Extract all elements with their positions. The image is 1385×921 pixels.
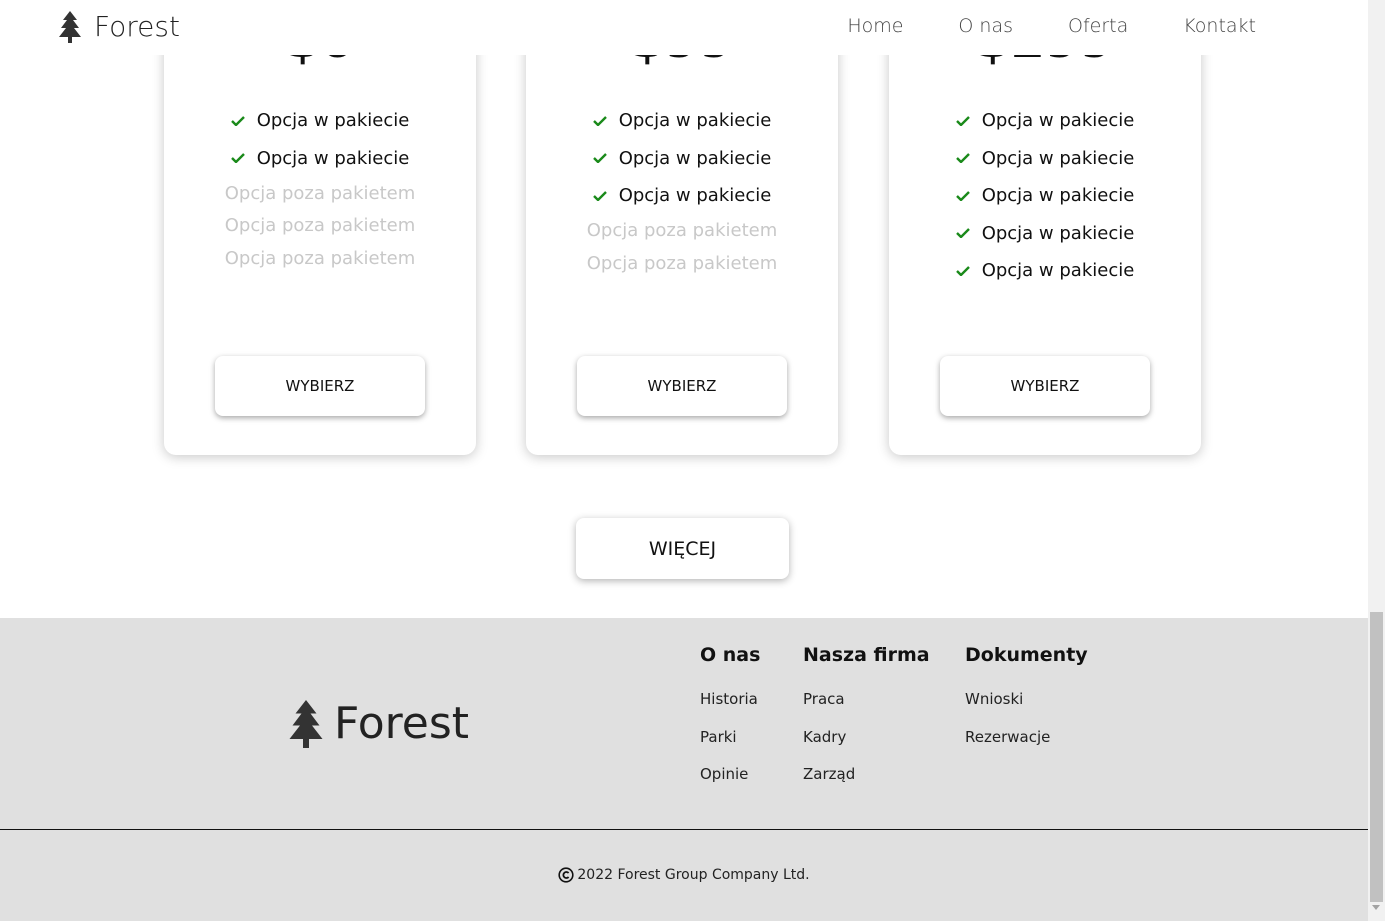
footer-column-title: Nasza firma: [803, 644, 930, 666]
option-label: Opcja w pakiecie: [981, 185, 1135, 207]
option-list: Opcja w pakiecie Opcja w pakiecie Opcja …: [889, 102, 1201, 290]
more-button[interactable]: WIĘCEJ: [576, 518, 789, 579]
option-excluded: Opcja poza pakietem: [526, 215, 838, 248]
check-icon: [955, 115, 970, 126]
option-label: Opcja w pakiecie: [256, 110, 410, 132]
option-label: Opcja w pakiecie: [256, 147, 410, 169]
option-label: Opcja w pakiecie: [981, 110, 1135, 132]
footer-link-staff[interactable]: Kadry: [803, 728, 930, 766]
option-included: Opcja w pakiecie: [889, 252, 1201, 290]
scrollbar-thumb[interactable]: [1370, 612, 1383, 902]
footer-link-reviews[interactable]: Opinie: [700, 765, 760, 803]
option-list: Opcja w pakiecie Opcja w pakiecie Opcja …: [164, 102, 476, 275]
pricing-card-basic: $0 Opcja w pakiecie Opcja w pakiecie Opc…: [164, 0, 476, 455]
option-label: Opcja w pakiecie: [618, 110, 772, 132]
nav-item-contact[interactable]: Kontakt: [1183, 15, 1256, 37]
option-included: Opcja w pakiecie: [526, 177, 838, 215]
option-label: Opcja poza pakietem: [586, 252, 778, 274]
option-excluded: Opcja poza pakietem: [526, 247, 838, 280]
footer-link-applications[interactable]: Wnioski: [965, 690, 1088, 728]
choose-button[interactable]: WYBIERZ: [577, 356, 787, 416]
option-label: Opcja poza pakietem: [586, 220, 778, 242]
pine-tree-icon: [59, 10, 81, 43]
option-included: Opcja w pakiecie: [526, 140, 838, 178]
check-icon: [592, 115, 607, 126]
choose-button[interactable]: WYBIERZ: [215, 356, 425, 416]
choose-button[interactable]: WYBIERZ: [940, 356, 1150, 416]
footer-logo-text: Forest: [334, 698, 470, 749]
pine-tree-icon: [289, 699, 323, 748]
footer-column-title: O nas: [700, 644, 761, 666]
page: $0 Opcja w pakiecie Opcja w pakiecie Opc…: [0, 0, 1368, 921]
check-icon: [592, 190, 607, 201]
vertical-scrollbar[interactable]: [1368, 0, 1385, 921]
option-label: Opcja w pakiecie: [618, 147, 772, 169]
nav-item-offer[interactable]: Oferta: [1068, 15, 1128, 37]
check-icon: [955, 153, 970, 164]
check-icon: [955, 228, 970, 239]
nav-item-about[interactable]: O nas: [958, 15, 1013, 37]
check-icon: [230, 115, 245, 126]
option-list: Opcja w pakiecie Opcja w pakiecie Opcja …: [526, 102, 838, 280]
option-included: Opcja w pakiecie: [164, 102, 476, 140]
logo-text: Forest: [94, 10, 180, 43]
footer-link-board[interactable]: Zarząd: [803, 765, 930, 803]
nav-item-home[interactable]: Home: [847, 15, 903, 37]
check-icon: [592, 153, 607, 164]
header: Forest Home O nas Oferta Kontakt: [0, 0, 1368, 55]
footer-column-title: Dokumenty: [965, 644, 1088, 666]
option-excluded: Opcja poza pakietem: [164, 242, 476, 275]
option-excluded: Opcja poza pakietem: [164, 177, 476, 210]
pricing-card-standard: $99 Opcja w pakiecie Opcja w pakiecie Op…: [526, 0, 838, 455]
option-included: Opcja w pakiecie: [889, 215, 1201, 253]
main-nav: Home O nas Oferta Kontakt: [792, 15, 1256, 37]
footer: Forest O nas Historia Parki Opinie Nasza…: [0, 618, 1368, 921]
pricing-card-premium: $299 Opcja w pakiecie Opcja w pakiecie O…: [889, 0, 1201, 455]
footer-link-parks[interactable]: Parki: [700, 728, 760, 766]
footer-column-about: O nas Historia Parki Opinie: [700, 644, 760, 803]
copyright-icon: [558, 867, 574, 883]
option-label: Opcja poza pakietem: [224, 215, 416, 237]
scroll-down-arrow-icon[interactable]: [1372, 905, 1380, 910]
copyright-text: 2022 Forest Group Company Ltd.: [577, 867, 810, 883]
option-included: Opcja w pakiecie: [889, 102, 1201, 140]
footer-link-reservations[interactable]: Rezerwacje: [965, 728, 1088, 766]
footer-link-history[interactable]: Historia: [700, 690, 760, 728]
check-icon: [955, 190, 970, 201]
check-icon: [230, 153, 245, 164]
check-icon: [955, 265, 970, 276]
option-included: Opcja w pakiecie: [526, 102, 838, 140]
option-label: Opcja w pakiecie: [981, 260, 1135, 282]
footer-column-documents: Dokumenty Wnioski Rezerwacje: [965, 644, 1088, 765]
option-label: Opcja poza pakietem: [224, 182, 416, 204]
option-label: Opcja w pakiecie: [618, 185, 772, 207]
footer-link-jobs[interactable]: Praca: [803, 690, 930, 728]
option-label: Opcja w pakiecie: [981, 147, 1135, 169]
option-label: Opcja w pakiecie: [981, 222, 1135, 244]
option-included: Opcja w pakiecie: [889, 177, 1201, 215]
option-label: Opcja poza pakietem: [224, 247, 416, 269]
footer-divider: [0, 829, 1368, 830]
logo[interactable]: Forest: [58, 10, 180, 43]
footer-logo[interactable]: Forest: [288, 698, 469, 749]
option-excluded: Opcja poza pakietem: [164, 210, 476, 243]
footer-column-company: Nasza firma Praca Kadry Zarząd: [803, 644, 930, 803]
option-included: Opcja w pakiecie: [164, 140, 476, 178]
option-included: Opcja w pakiecie: [889, 140, 1201, 178]
copyright: 2022 Forest Group Company Ltd.: [0, 867, 1368, 883]
